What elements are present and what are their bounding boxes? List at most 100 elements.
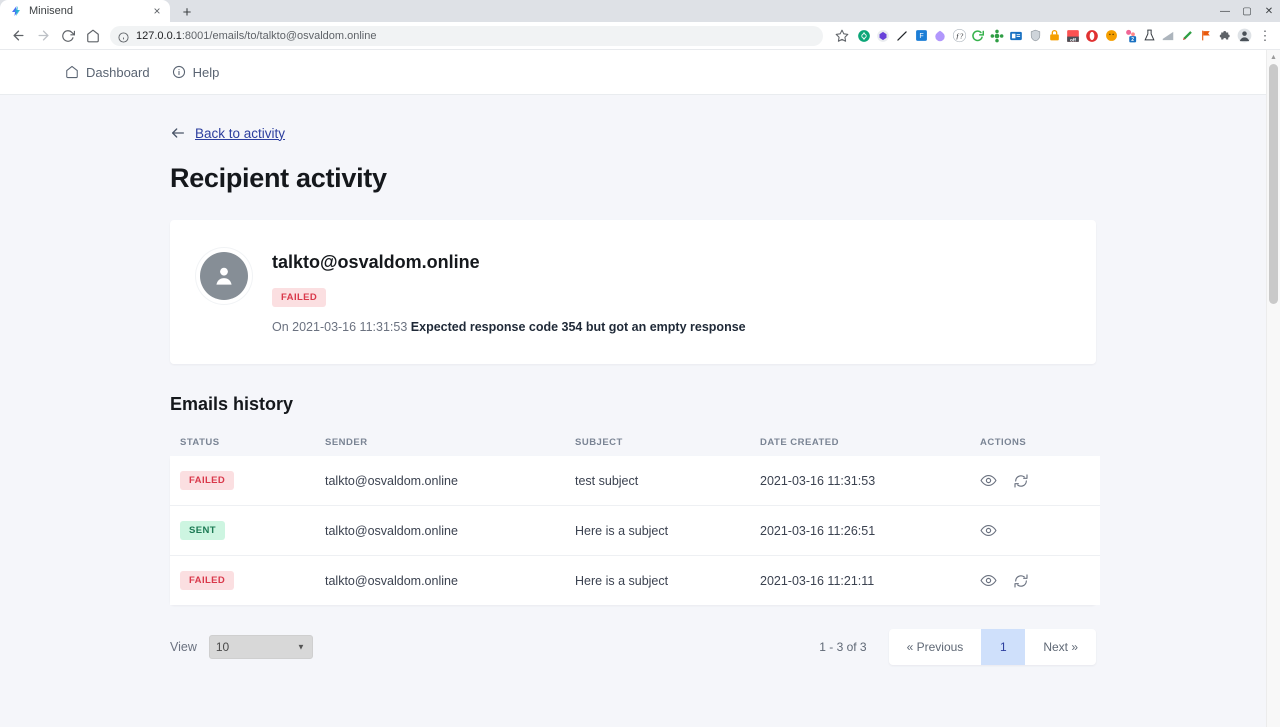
table-row[interactable]: SENT talkto@osvaldom.online Here is a su… (170, 506, 1100, 556)
browser-window: Minisend × + — ▢ ✕ 127.0.0.1:8001/emails… (0, 0, 1280, 727)
view-label: View (170, 640, 197, 654)
view-icon[interactable] (980, 572, 997, 589)
scrollbar-thumb[interactable] (1269, 64, 1278, 304)
resend-icon[interactable] (1013, 573, 1029, 589)
pagination-previous[interactable]: « Previous (889, 629, 982, 665)
section-title-emails-history: Emails history (170, 394, 1096, 415)
extension-icon-6[interactable]: ƒ? (950, 27, 968, 45)
extension-icon-19[interactable] (1197, 27, 1215, 45)
user-avatar-icon (200, 252, 248, 300)
tab-close-icon[interactable]: × (150, 4, 164, 18)
scroll-up-icon[interactable]: ▲ (1267, 50, 1280, 64)
extension-icon-17[interactable] (1159, 27, 1177, 45)
emails-history-rows: FAILED talkto@osvaldom.online test subje… (170, 456, 1100, 605)
extension-icon-9[interactable] (1007, 27, 1025, 45)
web-page: Dashboard Help Back to activity Recipien (0, 50, 1266, 727)
status-badge: SENT (180, 521, 225, 540)
nav-label-dashboard: Dashboard (86, 65, 150, 80)
recipient-card-body: talkto@osvaldom.online FAILED On 2021-03… (272, 250, 1066, 334)
nav-label-help: Help (193, 65, 220, 80)
cell-actions (980, 456, 1100, 506)
profile-avatar[interactable] (1235, 27, 1253, 45)
extension-icon-10[interactable] (1026, 27, 1044, 45)
page-title: Recipient activity (170, 163, 1096, 194)
back-to-activity-link[interactable]: Back to activity (195, 126, 285, 141)
address-bar-url: 127.0.0.1:8001/emails/to/talkto@osvaldom… (136, 30, 815, 42)
page-size-select[interactable]: 10 25 50 100 (209, 635, 313, 659)
url-path: :8001/emails/to/talkto@osvaldom.online (182, 30, 377, 42)
extension-icon-8[interactable] (988, 27, 1006, 45)
forward-icon[interactable] (31, 24, 55, 48)
cell-sender: talkto@osvaldom.online (325, 556, 575, 606)
browser-tab-minisend[interactable]: Minisend × (0, 0, 170, 22)
page-scrollbar[interactable]: ▲ (1266, 50, 1280, 727)
back-icon[interactable] (6, 24, 30, 48)
svg-text:off: off (1070, 37, 1076, 42)
page-viewport: Dashboard Help Back to activity Recipien (0, 50, 1280, 727)
extension-icon-3[interactable] (893, 27, 911, 45)
window-maximize-button[interactable]: ▢ (1236, 0, 1258, 22)
cell-status: FAILED (170, 456, 325, 506)
view-icon[interactable] (980, 472, 997, 489)
cell-actions (980, 506, 1100, 556)
status-badge: FAILED (180, 471, 234, 490)
nav-item-help[interactable]: Help (172, 65, 220, 80)
emails-history-body-card: FAILED talkto@osvaldom.online test subje… (170, 456, 1096, 605)
recipient-email: talkto@osvaldom.online (272, 252, 1066, 273)
pagination-page-1[interactable]: 1 (981, 629, 1025, 665)
recipient-event-line: On 2021-03-16 11:31:53 Expected response… (272, 320, 1066, 334)
svg-text:F: F (919, 33, 924, 40)
cell-status: FAILED (170, 556, 325, 606)
cell-date-created: 2021-03-16 11:21:11 (760, 556, 980, 606)
status-badge: FAILED (272, 288, 326, 307)
browser-menu-icon[interactable]: ⋮ (1256, 25, 1274, 47)
recipient-event-timestamp: On 2021-03-16 11:31:53 (272, 320, 407, 334)
view-select-wrapper: 10 25 50 100 ▼ (209, 635, 313, 659)
extension-icon-2[interactable] (874, 27, 892, 45)
view-icon[interactable] (980, 522, 997, 539)
table-row[interactable]: FAILED talkto@osvaldom.online test subje… (170, 456, 1100, 506)
extension-icon-4[interactable]: F (912, 27, 930, 45)
result-count: 1 - 3 of 3 (819, 640, 866, 654)
extension-icon-7[interactable] (969, 27, 987, 45)
new-tab-button[interactable]: + (174, 2, 200, 22)
extension-icon-18[interactable] (1178, 27, 1196, 45)
info-circle-icon (172, 65, 186, 79)
cell-date-created: 2021-03-16 11:26:51 (760, 506, 980, 556)
pagination: « Previous 1 Next » (889, 629, 1096, 665)
extension-icon-15[interactable]: 2 (1121, 27, 1139, 45)
extension-icon-14[interactable] (1102, 27, 1120, 45)
extension-icon-12[interactable]: off (1064, 27, 1082, 45)
svg-text:2: 2 (1131, 37, 1134, 43)
table-row[interactable]: FAILED talkto@osvaldom.online Here is a … (170, 556, 1100, 606)
table-footer: View 10 25 50 100 ▼ 1 - 3 of 3 (170, 629, 1096, 665)
browser-toolbar: 127.0.0.1:8001/emails/to/talkto@osvaldom… (0, 22, 1280, 50)
extensions-strip: F ƒ? off 2 (855, 27, 1255, 45)
cell-status: SENT (170, 506, 325, 556)
nav-item-dashboard[interactable]: Dashboard (65, 65, 150, 80)
extension-icon-16[interactable] (1140, 27, 1158, 45)
tab-strip: Minisend × + — ▢ ✕ (0, 0, 1280, 22)
reload-icon[interactable] (56, 24, 80, 48)
svg-text:ƒ?: ƒ? (955, 32, 963, 41)
window-close-button[interactable]: ✕ (1258, 0, 1280, 22)
pagination-next[interactable]: Next » (1025, 629, 1096, 665)
extension-icon-11[interactable] (1045, 27, 1063, 45)
extension-icon-1[interactable] (855, 27, 873, 45)
window-minimize-button[interactable]: — (1214, 0, 1236, 22)
home-icon[interactable] (81, 24, 105, 48)
resend-icon[interactable] (1013, 473, 1029, 489)
cell-subject: Here is a subject (575, 556, 760, 606)
extension-icon-13[interactable] (1083, 27, 1101, 45)
status-badge: FAILED (180, 571, 234, 590)
arrow-left-icon (170, 125, 186, 141)
window-controls: — ▢ ✕ (1214, 0, 1280, 22)
pagination-group: 1 - 3 of 3 « Previous 1 Next » (819, 629, 1096, 665)
recipient-event-message: Expected response code 354 but got an em… (411, 320, 746, 334)
tab-title: Minisend (29, 5, 143, 17)
extension-icon-5[interactable] (931, 27, 949, 45)
cell-actions (980, 556, 1100, 606)
address-bar[interactable]: 127.0.0.1:8001/emails/to/talkto@osvaldom… (110, 26, 823, 46)
puzzle-icon[interactable] (1216, 27, 1234, 45)
star-icon[interactable] (830, 24, 854, 48)
